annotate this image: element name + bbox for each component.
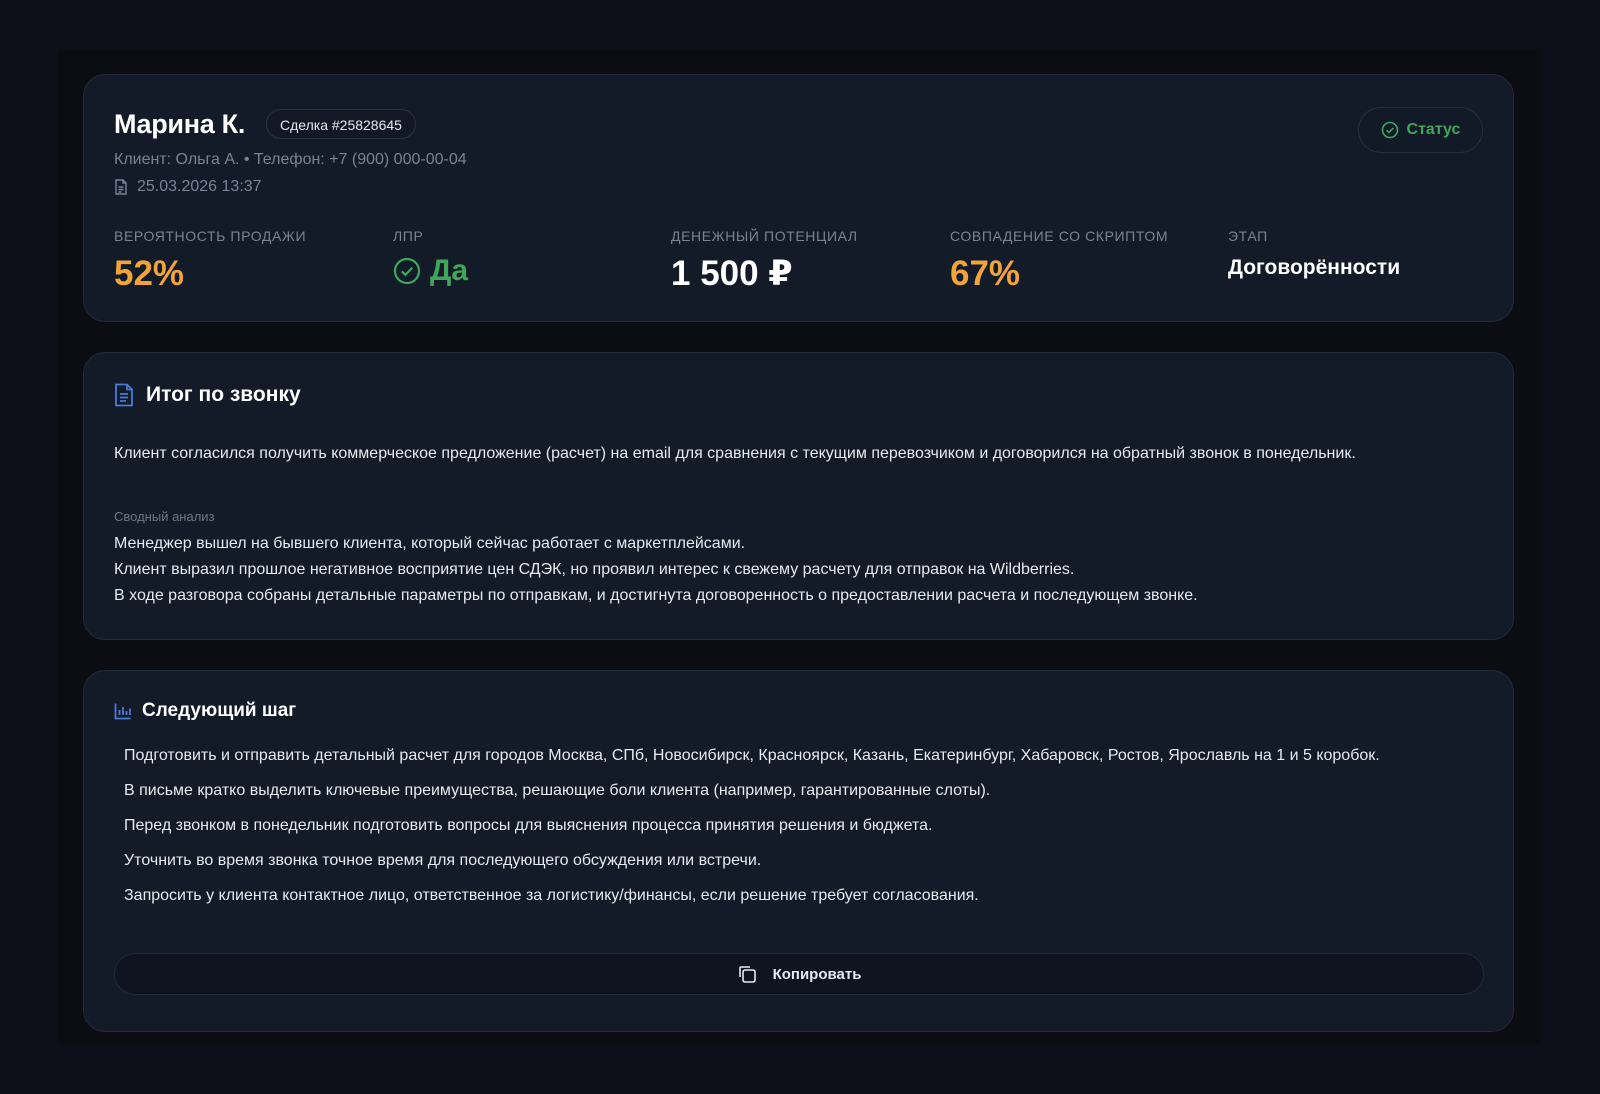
check-circle-icon xyxy=(393,257,421,285)
copy-icon xyxy=(737,964,757,984)
analysis-item: Менеджер вышел на бывшего клиента, котор… xyxy=(114,535,746,552)
analysis-item: В ходе разговора собраны детальные парам… xyxy=(114,587,1198,604)
metric-stage: Этап Договорённости xyxy=(1228,228,1400,280)
list-item: В письме кратко выделить ключевые преиму… xyxy=(124,782,991,799)
metric-lpr: ЛПР Да xyxy=(393,228,468,288)
metric-value: 1 500 ₽ xyxy=(671,254,793,293)
next-step-title-text: Следующий шаг xyxy=(142,700,297,721)
analysis-list: Менеджер вышел на бывшего клиента, котор… xyxy=(114,531,1454,609)
document-icon xyxy=(114,383,134,407)
bar-chart-icon xyxy=(114,702,132,720)
next-step-card: Следующий шаг Подготовить и отправить де… xyxy=(83,670,1514,1032)
analysis-item: Клиент выразил прошлое негативное воспри… xyxy=(114,561,1075,578)
list-item: Перед звонком в понедельник подготовить … xyxy=(124,817,933,834)
metric-money: Денежный потенциал 1 500 ₽ xyxy=(671,228,858,294)
copy-label: Копировать xyxy=(772,965,862,983)
metric-probability: Вероятность продажи 52% xyxy=(114,228,306,294)
metric-label: Этап xyxy=(1228,228,1268,244)
document-icon xyxy=(114,178,128,196)
manager-name: Марина К. xyxy=(114,109,246,139)
summary-title: Итог по звонку xyxy=(114,383,301,407)
metric-value: 67% xyxy=(950,254,1021,293)
metric-label: Совпадение со скриптом xyxy=(950,228,1169,244)
call-summary-card: Итог по звонку Клиент согласился получит… xyxy=(83,352,1514,640)
metric-label: Денежный потенциал xyxy=(671,228,858,244)
lpr-value-text: Да xyxy=(430,254,469,287)
copy-button[interactable]: Копировать xyxy=(114,953,1484,995)
list-item: Уточнить во время звонка точное время дл… xyxy=(124,852,762,869)
next-step-list: Подготовить и отправить детальный расчет… xyxy=(124,743,1444,918)
call-date-text: 25.03.2026 13:37 xyxy=(137,178,262,195)
summary-title-text: Итог по звонку xyxy=(146,383,301,406)
lpr-value: Да xyxy=(393,254,468,288)
deal-badge: Сделка #25828645 xyxy=(266,109,416,139)
next-step-title: Следующий шаг xyxy=(114,700,296,722)
metric-label: ЛПР xyxy=(393,228,424,244)
client-info: Клиент: Ольга А. • Телефон: +7 (900) 000… xyxy=(114,151,467,168)
check-circle-icon xyxy=(1381,121,1399,139)
call-date: 25.03.2026 13:37 xyxy=(114,178,262,196)
status-label: Статус xyxy=(1406,121,1461,138)
metric-script-match: Совпадение со скриптом 67% xyxy=(950,228,1168,294)
metric-value: Договорённости xyxy=(1228,256,1401,279)
status-button[interactable]: Статус xyxy=(1358,107,1483,153)
list-item: Запросить у клиента контактное лицо, отв… xyxy=(124,887,979,904)
analysis-label: Сводный анализ xyxy=(114,509,215,524)
metric-value: 52% xyxy=(114,254,185,293)
metric-label: Вероятность продажи xyxy=(114,228,307,244)
deal-header-card: Марина К. Сделка #25828645 Клиент: Ольга… xyxy=(83,74,1514,322)
summary-text: Клиент согласился получить коммерческое … xyxy=(114,445,1356,462)
list-item: Подготовить и отправить детальный расчет… xyxy=(124,747,1380,764)
